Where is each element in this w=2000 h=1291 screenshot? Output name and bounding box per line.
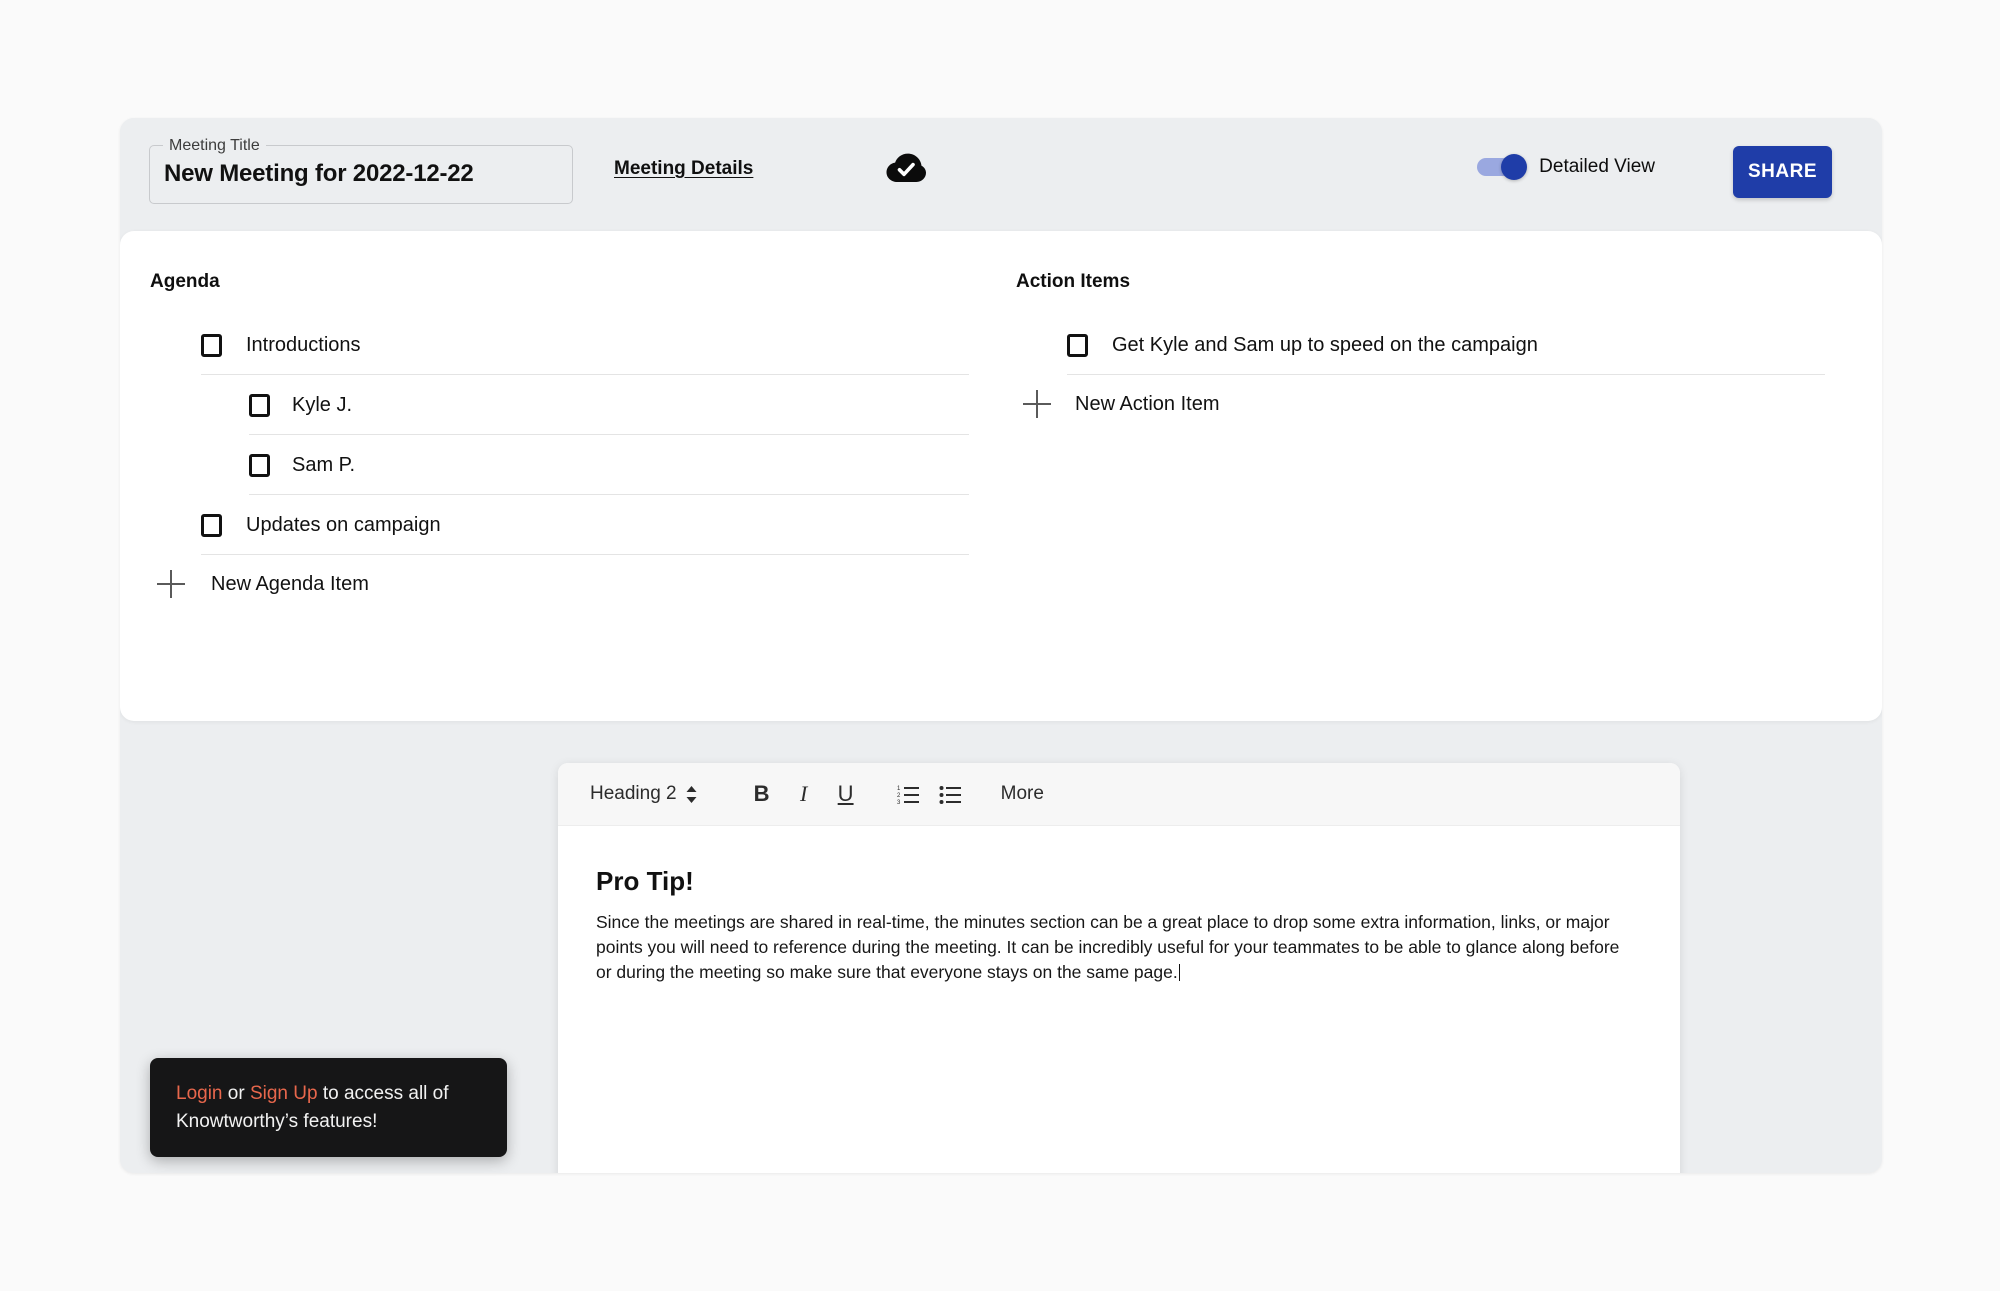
minutes-editor-card: Heading 2 B I U 1 2 3 More Pro Tip! Sinc… xyxy=(558,763,1680,1173)
meeting-title-input[interactable]: Meeting Title New Meeting for 2022-12-22 xyxy=(149,137,573,204)
agenda-item-label[interactable]: Introductions xyxy=(246,334,361,357)
svg-text:3: 3 xyxy=(897,800,901,804)
svg-text:1: 1 xyxy=(897,786,901,792)
text-style-select[interactable]: Heading 2 xyxy=(590,783,697,805)
svg-text:2: 2 xyxy=(897,793,901,799)
more-button[interactable]: More xyxy=(1001,783,1044,805)
checkbox-icon[interactable] xyxy=(1067,333,1088,357)
toggle-knob xyxy=(1501,154,1528,180)
editor-body[interactable]: Pro Tip! Since the meetings are shared i… xyxy=(558,826,1680,985)
agenda-item-row[interactable]: Introductions xyxy=(149,315,1029,375)
app-container: Meeting Title New Meeting for 2022-12-22… xyxy=(120,118,1882,1173)
editor-heading: Pro Tip! xyxy=(596,866,694,896)
editor-paragraph: Since the meetings are shared in real-ti… xyxy=(596,912,1620,982)
checkbox-icon[interactable] xyxy=(201,333,222,357)
login-link[interactable]: Login xyxy=(176,1083,223,1104)
new-action-item-button[interactable]: New Action Item xyxy=(1015,375,1875,433)
bullet-list-icon[interactable] xyxy=(929,773,971,815)
detailed-view-label: Detailed View xyxy=(1539,156,1655,177)
content-panel: Agenda Introductions Kyle J. Sam P. Upda… xyxy=(120,231,1882,721)
new-agenda-item-button[interactable]: New Agenda Item xyxy=(149,555,1029,613)
editor-paragraph-wrap: Since the meetings are shared in real-ti… xyxy=(596,910,1636,985)
editor-toolbar: Heading 2 B I U 1 2 3 More xyxy=(558,763,1680,826)
cloud-check-icon xyxy=(886,153,926,185)
text-style-value: Heading 2 xyxy=(590,783,677,804)
text-caret xyxy=(1178,963,1181,981)
agenda-column: Agenda Introductions Kyle J. Sam P. Upda… xyxy=(149,231,1029,613)
action-items-title: Action Items xyxy=(1016,271,1131,292)
app-header: Meeting Title New Meeting for 2022-12-22… xyxy=(120,118,1882,231)
numbered-list-icon[interactable]: 1 2 3 xyxy=(887,773,929,815)
signup-link[interactable]: Sign Up xyxy=(250,1083,318,1104)
agenda-title: Agenda xyxy=(150,271,220,292)
action-items-column: Action Items Get Kyle and Sam up to spee… xyxy=(1015,231,1875,433)
agenda-item-row[interactable]: Updates on campaign xyxy=(149,495,1029,555)
checkbox-icon[interactable] xyxy=(201,513,222,537)
meeting-title-value: New Meeting for 2022-12-22 xyxy=(164,160,474,187)
agenda-item-label[interactable]: Updates on campaign xyxy=(246,514,441,537)
checkbox-icon[interactable] xyxy=(249,393,270,417)
plus-icon xyxy=(157,569,187,599)
checkbox-icon[interactable] xyxy=(249,453,270,477)
detailed-view-toggle-group[interactable]: Detailed View xyxy=(1477,154,1655,180)
action-item-label[interactable]: Get Kyle and Sam up to speed on the camp… xyxy=(1112,334,1538,357)
row-divider xyxy=(1067,374,1825,375)
italic-button[interactable]: I xyxy=(783,773,825,815)
new-action-item-label: New Action Item xyxy=(1075,392,1220,415)
login-signup-toast: Login or Sign Up to access all of Knowtw… xyxy=(150,1058,507,1158)
agenda-subitem-row[interactable]: Sam P. xyxy=(149,435,1029,495)
underline-button[interactable]: U xyxy=(825,773,867,815)
agenda-subitem-row[interactable]: Kyle J. xyxy=(149,375,1029,435)
detailed-view-toggle[interactable] xyxy=(1477,154,1528,180)
agenda-item-list: Introductions Kyle J. Sam P. Updates on … xyxy=(149,315,1029,613)
bold-button[interactable]: B xyxy=(741,773,783,815)
meeting-details-link[interactable]: Meeting Details xyxy=(614,158,753,180)
action-items-list: Get Kyle and Sam up to speed on the camp… xyxy=(1015,315,1875,433)
plus-icon xyxy=(1023,389,1053,419)
agenda-item-label[interactable]: Sam P. xyxy=(292,454,355,477)
share-button[interactable]: SHARE xyxy=(1733,146,1832,198)
agenda-item-label[interactable]: Kyle J. xyxy=(292,394,352,417)
row-divider xyxy=(201,554,969,555)
chevron-updown-icon xyxy=(686,785,697,803)
action-item-row[interactable]: Get Kyle and Sam up to speed on the camp… xyxy=(1015,315,1875,375)
new-agenda-item-label: New Agenda Item xyxy=(211,572,369,595)
meeting-title-label: Meeting Title xyxy=(163,137,266,155)
toast-separator: or xyxy=(222,1083,250,1104)
